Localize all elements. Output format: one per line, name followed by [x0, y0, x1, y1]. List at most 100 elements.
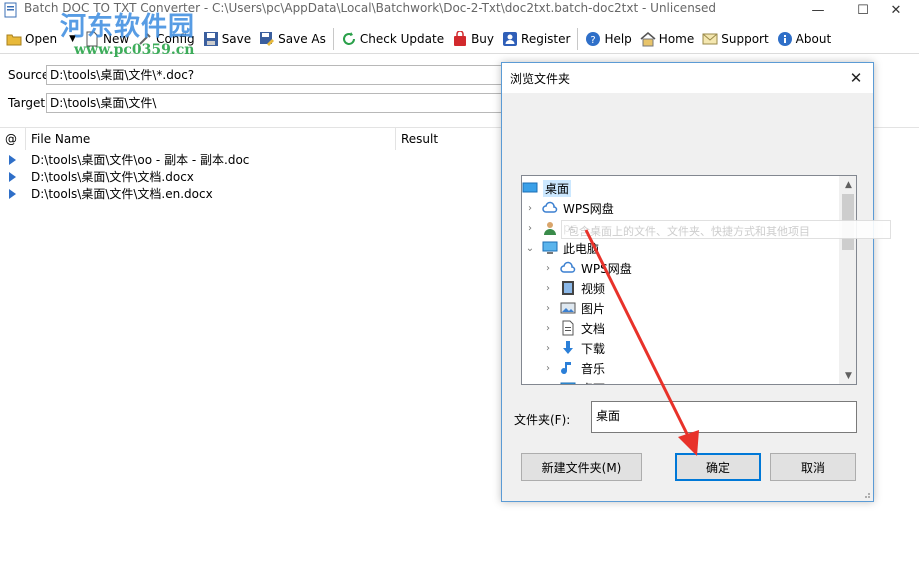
cloud-icon	[542, 201, 558, 213]
scroll-down-arrow-icon[interactable]: ▼	[840, 367, 856, 384]
chevron-right-icon[interactable]: ›	[542, 302, 554, 314]
tree-item-wps-cloud[interactable]: › WPS网盘	[524, 198, 614, 218]
save-as-icon	[260, 31, 275, 46]
cloud-icon	[560, 261, 576, 273]
chevron-right-icon[interactable]: ›	[542, 262, 554, 274]
source-input[interactable]: D:\tools\桌面\文件\*.doc?	[46, 65, 502, 85]
open-folder-icon	[6, 34, 22, 45]
dialog-title: 浏览文件夹	[510, 71, 571, 86]
desktop-icon	[522, 182, 538, 193]
help-button[interactable]: ? Help	[581, 26, 635, 52]
dialog-close-button[interactable]: ✕	[847, 69, 865, 87]
tree-item-videos[interactable]: › 视频	[542, 278, 605, 298]
chevron-down-icon[interactable]: ⌄	[524, 242, 536, 254]
save-as-button[interactable]: Save As	[255, 26, 330, 52]
target-input[interactable]: D:\tools\桌面\文件\	[46, 93, 502, 113]
folder-input[interactable]: 桌面	[591, 401, 857, 433]
register-icon	[503, 31, 518, 46]
download-icon	[563, 341, 573, 354]
desktop-icon	[560, 382, 576, 384]
tree-item-downloads[interactable]: › 下载	[542, 338, 605, 358]
minimize-button[interactable]: —	[795, 0, 841, 20]
source-row: Source D:\tools\桌面\文件\*.doc?	[0, 64, 502, 86]
home-label: Home	[658, 31, 695, 46]
table-row[interactable]: D:\tools\桌面\文件\文档.docx	[0, 168, 500, 185]
watermark-logo: 河东软件园	[60, 12, 196, 42]
toolbar-divider	[332, 27, 334, 50]
help-label: Help	[604, 31, 632, 46]
app-icon	[4, 2, 17, 18]
chevron-right-icon[interactable]: ›	[542, 282, 554, 294]
tree-item-label: 桌面	[543, 179, 572, 197]
register-label: Register	[521, 31, 571, 46]
shopping-bag-icon	[454, 30, 467, 46]
support-button[interactable]: Support	[698, 26, 772, 52]
source-label: Source	[8, 68, 50, 82]
chevron-right-icon[interactable]: ›	[542, 342, 554, 354]
new-folder-button[interactable]: 新建文件夹(M)	[521, 453, 642, 481]
chevron-right-icon[interactable]: ›	[542, 322, 554, 334]
tree-item-label: 此电脑	[563, 241, 600, 256]
cancel-button[interactable]: 取消	[770, 453, 856, 481]
chevron-right-icon[interactable]: ›	[524, 202, 536, 214]
computer-icon	[542, 241, 558, 254]
help-icon: ?	[586, 31, 601, 46]
column-header-file-name[interactable]: File Name	[26, 127, 396, 150]
column-header-status[interactable]: @	[0, 127, 26, 150]
buy-button[interactable]: Buy	[448, 26, 498, 52]
home-icon	[640, 31, 656, 46]
tree-item-label: 图片	[581, 301, 606, 316]
ok-button[interactable]: 确定	[675, 453, 761, 481]
tree-item-desktop[interactable]: 桌面	[522, 178, 572, 198]
chevron-right-icon[interactable]: ›	[542, 382, 554, 385]
tree-item-music[interactable]: › 音乐	[542, 358, 605, 378]
resize-grip-icon[interactable]	[861, 489, 871, 499]
table-row[interactable]: D:\tools\桌面\文件\oo - 副本 - 副本.doc	[0, 151, 500, 168]
tree-item-documents[interactable]: › 文档	[542, 318, 605, 338]
check-update-button[interactable]: Check Update	[337, 26, 448, 52]
pictures-icon	[560, 302, 576, 314]
tree-item-label: WPS网盘	[581, 261, 632, 276]
video-icon	[562, 281, 574, 295]
support-icon	[702, 33, 718, 44]
target-row: Target D:\tools\桌面\文件\	[0, 92, 502, 114]
tree-item-label: 下载	[581, 341, 606, 356]
chevron-right-icon[interactable]: ›	[542, 362, 554, 374]
tree-item-desktop-pc[interactable]: › 桌面	[542, 378, 605, 385]
tree-item-label: 桌面	[581, 380, 605, 385]
svg-text:?: ?	[591, 35, 596, 46]
save-label: Save	[221, 31, 252, 46]
save-button[interactable]: Save	[199, 26, 255, 52]
play-icon	[0, 188, 24, 199]
tree-item-pictures[interactable]: › 图片	[542, 298, 605, 318]
browse-folder-dialog: 浏览文件夹 ✕ 桌面 › WPS网盘 › pc ⌄ 此电脑 › WPS网盘 ›	[501, 62, 874, 502]
table-row[interactable]: D:\tools\桌面\文件\文档.en.docx	[0, 185, 500, 202]
folder-tree: 桌面 › WPS网盘 › pc ⌄ 此电脑 › WPS网盘 › 视频 ›	[521, 175, 857, 385]
buy-label: Buy	[471, 31, 495, 46]
refresh-icon	[342, 31, 355, 45]
tree-item-this-pc[interactable]: ⌄ 此电脑	[524, 238, 599, 258]
play-icon	[0, 171, 24, 182]
chevron-right-icon[interactable]: ›	[524, 222, 536, 234]
tree-item-label: 音乐	[581, 361, 606, 376]
save-as-label: Save As	[278, 31, 326, 46]
floppy-disk-icon	[203, 31, 218, 46]
tree-scrollbar[interactable]: ▲ ▼	[839, 176, 856, 384]
watermark-url: www.pc0359.cn	[74, 42, 195, 58]
about-button[interactable]: About	[773, 26, 835, 52]
open-label: Open	[25, 31, 58, 46]
support-label: Support	[721, 31, 769, 46]
close-button[interactable]: ✕	[873, 0, 919, 20]
documents-icon	[562, 320, 574, 336]
play-icon	[0, 154, 24, 165]
tree-item-label: WPS网盘	[563, 201, 614, 216]
scroll-up-arrow-icon[interactable]: ▲	[840, 176, 856, 193]
tree-item-label: 文档	[581, 321, 606, 336]
dialog-title-bar: 浏览文件夹 ✕	[502, 63, 873, 93]
file-name: D:\tools\桌面\文件\oo - 副本 - 副本.doc	[31, 153, 250, 167]
register-button[interactable]: Register	[498, 26, 574, 52]
tree-item-wps-cloud-pc[interactable]: › WPS网盘	[542, 258, 632, 278]
home-button[interactable]: Home	[636, 26, 698, 52]
toolbar-divider	[577, 27, 579, 50]
target-label: Target	[8, 96, 46, 110]
